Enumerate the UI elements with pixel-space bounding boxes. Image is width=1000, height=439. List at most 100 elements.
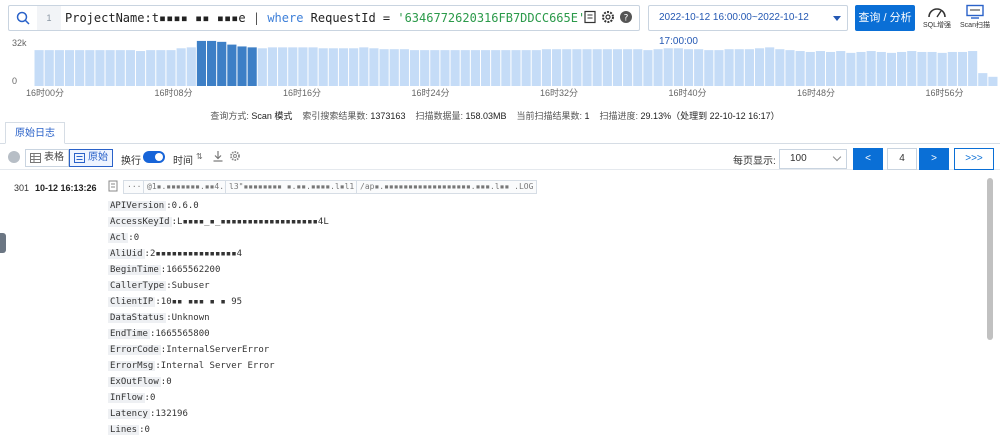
log-field-key[interactable]: CallerType [108, 281, 167, 291]
histogram-bar[interactable] [663, 48, 673, 86]
last-page-button[interactable]: >>> [954, 148, 994, 170]
histogram-bar[interactable] [866, 51, 876, 86]
log-field-value[interactable]: 2▪▪▪▪▪▪▪▪▪▪▪▪▪▪▪4 [150, 249, 242, 259]
histogram-bar[interactable] [278, 47, 288, 86]
log-field-key[interactable]: ErrorMsg [108, 361, 156, 371]
histogram-bar[interactable] [349, 48, 359, 86]
histogram-bar[interactable] [105, 50, 115, 86]
log-field-value[interactable]: 1665565800 [155, 329, 209, 339]
query-editor[interactable]: 1 ProjectName:t▪▪▪▪ ▪▪ ▪▪▪e | where Requ… [8, 5, 640, 31]
histogram-bar[interactable] [927, 51, 937, 86]
log-field-key[interactable]: EndTime [108, 329, 150, 339]
histogram-bar[interactable] [511, 50, 521, 86]
histogram-bar[interactable] [440, 50, 450, 86]
current-page-input[interactable]: 4 [887, 148, 917, 170]
histogram-bar[interactable] [856, 51, 866, 86]
histogram-bar[interactable] [775, 49, 785, 86]
histogram-bar[interactable] [257, 48, 267, 86]
histogram-bar[interactable] [196, 40, 207, 86]
histogram-bar[interactable] [552, 49, 562, 86]
search-analyze-button[interactable]: 查询 / 分析 [855, 5, 915, 31]
copy-doc-icon[interactable] [108, 180, 118, 194]
collapse-arrow-icon[interactable] [8, 151, 20, 163]
histogram-bar[interactable] [968, 51, 978, 86]
histogram-bar[interactable] [227, 44, 237, 86]
histogram-bar[interactable] [805, 51, 815, 86]
histogram-bar[interactable] [714, 50, 724, 86]
histogram-bar[interactable] [846, 52, 856, 86]
log-field-value[interactable]: Unknown [172, 313, 210, 323]
histogram-bar[interactable] [85, 50, 95, 86]
log-field-value[interactable]: Internal Server Error [161, 361, 275, 371]
page-size-select[interactable]: 100 [779, 149, 847, 169]
histogram-bar[interactable] [653, 49, 663, 86]
histogram-bar[interactable] [897, 51, 907, 86]
histogram-bar[interactable] [836, 51, 846, 86]
sort-arrows-icon[interactable]: ⇅ [196, 152, 203, 161]
histogram-bar[interactable] [876, 51, 886, 86]
help-icon[interactable]: ? [619, 10, 633, 24]
table-view-button[interactable]: 表格 [25, 149, 69, 167]
histogram-bar[interactable] [237, 46, 247, 86]
column-settings-gear-icon[interactable] [229, 150, 241, 165]
histogram-bar[interactable] [54, 50, 64, 86]
histogram-bar[interactable] [602, 49, 612, 86]
histogram-bar[interactable] [146, 50, 156, 86]
scan-button[interactable]: Scan扫描 [958, 4, 992, 32]
histogram-bar[interactable] [704, 50, 714, 86]
histogram-bar[interactable] [318, 48, 328, 86]
histogram-bar[interactable] [734, 49, 744, 86]
log-field-key[interactable]: AccessKeyId [108, 217, 172, 227]
histogram-bar[interactable] [988, 76, 998, 86]
histogram-bar[interactable] [815, 51, 825, 86]
prev-page-button[interactable]: < [853, 148, 883, 170]
tab-raw-logs[interactable]: 原始日志 [5, 122, 65, 144]
histogram-bar[interactable] [115, 50, 125, 86]
histogram-bar[interactable] [379, 49, 389, 86]
histogram-bars[interactable] [34, 40, 998, 86]
log-field-value[interactable]: 0 [150, 393, 155, 403]
log-field-value[interactable]: Subuser [172, 281, 210, 291]
histogram-bar[interactable] [44, 50, 54, 86]
histogram-bar[interactable] [480, 50, 491, 86]
log-field-value[interactable]: 132196 [155, 409, 188, 419]
wrap-toggle[interactable] [143, 151, 165, 163]
histogram-bar[interactable] [328, 48, 338, 86]
histogram-bar[interactable] [450, 50, 460, 86]
log-field-value[interactable]: L▪▪▪▪_▪_▪▪▪▪▪▪▪▪▪▪▪▪▪▪▪▪▪▪4L [177, 217, 329, 227]
histogram-bar[interactable] [247, 47, 257, 86]
histogram-bar[interactable] [64, 50, 75, 86]
scrollbar[interactable] [987, 178, 993, 340]
histogram-bar[interactable] [765, 47, 775, 86]
histogram-bar[interactable] [795, 51, 805, 86]
log-field-key[interactable]: BeginTime [108, 265, 161, 275]
histogram-bar[interactable] [409, 50, 420, 86]
histogram-bar[interactable] [633, 49, 643, 86]
log-field-value[interactable]: 0 [166, 377, 171, 387]
log-field-value[interactable]: InternalServerError [166, 345, 269, 355]
histogram-bar[interactable] [541, 49, 552, 86]
time-sort-label[interactable]: 时间 [173, 152, 193, 167]
histogram-bar[interactable] [267, 47, 278, 86]
histogram-bar[interactable] [135, 51, 146, 86]
histogram-bar[interactable] [95, 50, 105, 86]
histogram-bar[interactable] [694, 49, 704, 86]
histogram-bar[interactable] [186, 47, 196, 86]
histogram-bar[interactable] [298, 47, 308, 86]
save-icon[interactable] [583, 10, 597, 24]
histogram-bar[interactable] [156, 50, 166, 86]
histogram-bar[interactable] [491, 50, 501, 86]
histogram-bar[interactable] [825, 51, 836, 86]
histogram-bar[interactable] [470, 50, 480, 86]
download-icon[interactable] [212, 150, 224, 165]
histogram-bar[interactable] [612, 49, 623, 86]
histogram-bar[interactable] [217, 41, 227, 86]
log-field-key[interactable]: Latency [108, 409, 150, 419]
histogram-bar[interactable] [125, 50, 135, 86]
histogram-bar[interactable] [399, 49, 409, 86]
raw-view-button[interactable]: 原始 [69, 149, 113, 167]
log-field-key[interactable]: InFlow [108, 393, 145, 403]
log-source-chip[interactable]: l3"▪▪▪▪▪▪▪▪ ▪.▪▪.▪▪▪▪.l▪l1 [225, 180, 359, 194]
log-field-value[interactable]: 0.6.0 [172, 201, 199, 211]
log-field-value[interactable]: 0 [145, 425, 150, 435]
